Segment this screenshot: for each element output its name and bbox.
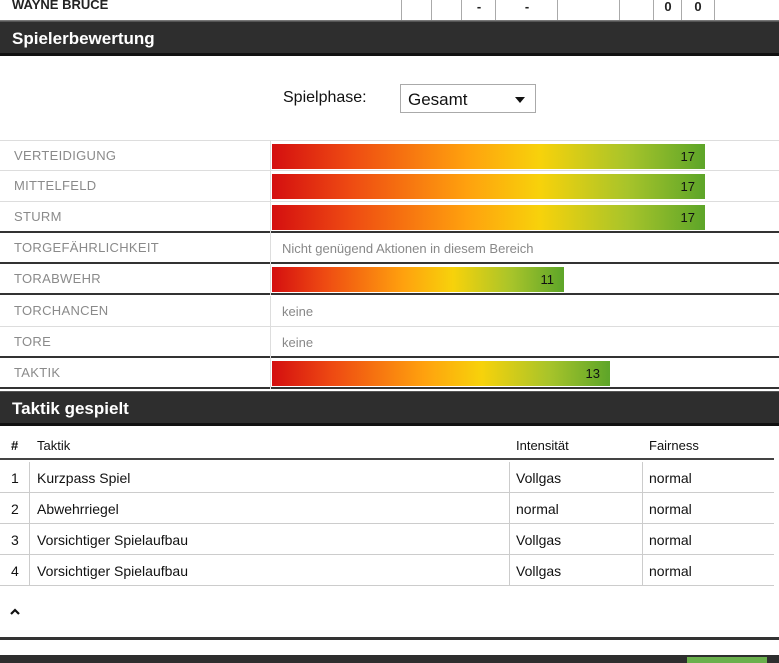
tactic-name: Abwehrriegel — [37, 501, 119, 517]
rating-label: TORABWEHR — [14, 271, 101, 286]
column-divider — [270, 202, 271, 233]
rating-bar: 17 — [272, 174, 705, 199]
caret-up-icon — [10, 608, 20, 615]
stat-cell — [557, 0, 620, 20]
tactic-intensity: normal — [516, 501, 559, 517]
rating-value: 17 — [680, 179, 695, 194]
header-fairness: Fairness — [649, 438, 699, 453]
column-divider — [270, 327, 271, 358]
rating-row: TORE keine — [0, 327, 779, 358]
column-divider — [270, 264, 271, 295]
tactic-num: 4 — [11, 563, 19, 579]
rating-label: TORCHANCEN — [14, 303, 109, 318]
column-divider — [270, 358, 271, 389]
rating-label: MITTELFELD — [14, 178, 97, 193]
rating-row: TORABWEHR 11 — [0, 264, 779, 295]
tactic-intensity: Vollgas — [516, 532, 562, 548]
player-row: WAYNE BRUCE - - 0 0 — [0, 0, 779, 21]
tactic-name: Kurzpass Spiel — [37, 470, 131, 486]
column-divider — [270, 296, 271, 327]
phase-label: Spielphase: — [283, 89, 367, 106]
rating-label: TAKTIK — [14, 365, 61, 380]
rating-note: keine — [282, 304, 314, 319]
tactic-name: Vorsichtiger Spielaufbau — [37, 532, 188, 548]
stat-cell — [401, 0, 432, 20]
rating-note: keine — [282, 335, 314, 350]
rating-section-title: Spielerbewertung — [12, 29, 155, 48]
rating-bar: 17 — [272, 144, 705, 169]
tactic-fairness: normal — [649, 470, 692, 486]
rating-row: MITTELFELD 17 — [0, 171, 779, 202]
rating-row: TORCHANCEN keine — [0, 296, 779, 327]
column-divider — [270, 233, 271, 264]
header-taktik: Taktik — [37, 438, 71, 453]
rating-bar: 11 — [272, 267, 564, 292]
stat-cell — [431, 0, 462, 20]
section-divider — [0, 637, 779, 640]
phase-select[interactable]: Gesamt — [400, 84, 536, 113]
stat-cell: - — [495, 0, 558, 20]
tactic-num: 1 — [11, 470, 19, 486]
tactic-intensity: Vollgas — [516, 563, 562, 579]
tactic-fairness: normal — [649, 501, 692, 517]
rating-row: VERTEIDIGUNG 17 — [0, 140, 779, 172]
column-divider — [270, 141, 271, 172]
rating-note: Nicht genügend Aktionen in diesem Bereic… — [282, 241, 534, 256]
rating-row: TORGEFÄHRLICHKEIT Nicht genügend Aktionen… — [0, 233, 779, 264]
rating-label: VERTEIDIGUNG — [14, 148, 117, 163]
column-divider — [270, 171, 271, 202]
tactic-name: Vorsichtiger Spielaufbau — [37, 563, 188, 579]
stat-cell: 0 — [653, 0, 682, 20]
phase-select-value: Gesamt — [408, 90, 468, 109]
rating-section-header: Spielerbewertung — [0, 21, 779, 56]
column-divider — [29, 462, 30, 586]
table-header: # Taktik Intensität Fairness — [0, 430, 774, 460]
rating-value: 11 — [540, 272, 555, 287]
table-row: 2 Abwehrriegel normal normal — [0, 493, 774, 524]
rating-row: TAKTIK 13 — [0, 358, 779, 389]
column-divider — [509, 462, 510, 586]
rating-label: STURM — [14, 209, 62, 224]
rating-bar: 13 — [272, 361, 610, 386]
next-section-button[interactable] — [687, 657, 767, 663]
rating-value: 17 — [680, 210, 695, 225]
player-name: WAYNE BRUCE — [12, 0, 109, 12]
stat-cell: - — [461, 0, 496, 20]
chevron-down-icon — [515, 97, 525, 103]
table-row: 3 Vorsichtiger Spielaufbau Vollgas normal — [0, 524, 774, 555]
tactic-num: 2 — [11, 501, 19, 517]
header-intensity: Intensität — [516, 438, 569, 453]
rating-value: 13 — [585, 366, 600, 381]
rating-value: 17 — [680, 149, 695, 164]
next-section-header — [0, 655, 779, 663]
rating-bar: 17 — [272, 205, 705, 230]
stat-cell: 0 — [681, 0, 715, 20]
tactic-fairness: normal — [649, 532, 692, 548]
tactic-fairness: normal — [649, 563, 692, 579]
header-num: # — [11, 438, 19, 453]
tactic-intensity: Vollgas — [516, 470, 562, 486]
column-divider — [642, 462, 643, 586]
rating-label: TORGEFÄHRLICHKEIT — [14, 240, 159, 255]
stat-cell — [619, 0, 654, 20]
table-row: 1 Kurzpass Spiel Vollgas normal — [0, 462, 774, 493]
tactics-section-title: Taktik gespielt — [12, 399, 129, 418]
tactic-num: 3 — [11, 532, 19, 548]
table-row: 4 Vorsichtiger Spielaufbau Vollgas normal — [0, 555, 774, 586]
rating-row: STURM 17 — [0, 202, 779, 233]
tactics-section-header: Taktik gespielt — [0, 391, 779, 426]
collapse-button[interactable] — [8, 603, 28, 621]
rating-label: TORE — [14, 334, 52, 349]
